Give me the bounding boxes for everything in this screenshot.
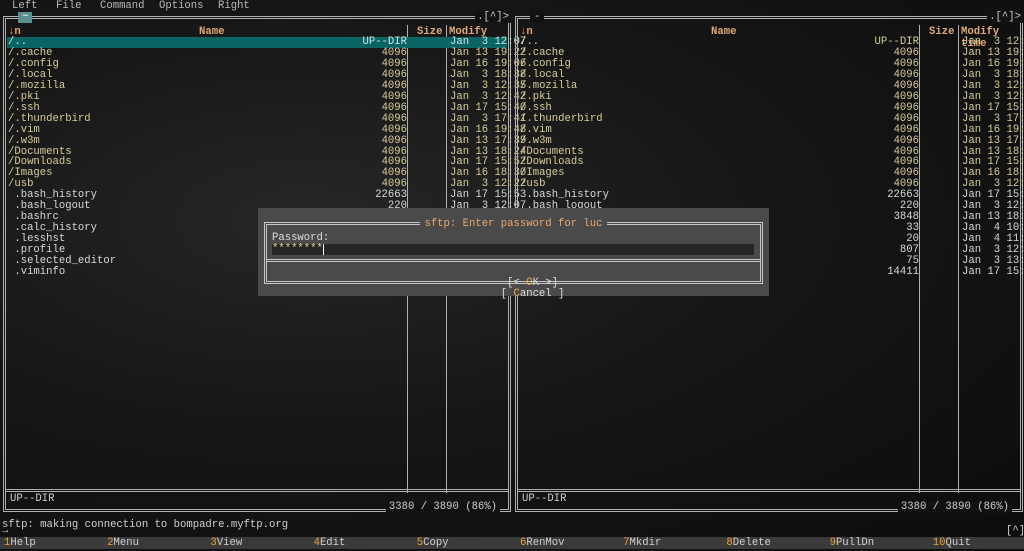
file-name: .viminfo (8, 265, 66, 278)
file-row[interactable]: /.w3m 4096 Jan 13 17:39 (519, 134, 1024, 147)
file-row[interactable]: /Images4096Jan 16 18:30 (7, 168, 526, 179)
file-row[interactable]: /.config4096Jan 16 19:06 (7, 58, 526, 70)
file-row[interactable]: /..UP--DIRJan 3 12:07 (519, 37, 1024, 48)
file-name: /.vim (8, 123, 40, 136)
cancel-button[interactable]: [ Cancel ] (501, 288, 565, 300)
file-row[interactable]: /.vim4096Jan 16 19:48 (7, 123, 526, 136)
file-row[interactable]: /.cache4096Jan 13 19:22 (519, 47, 1024, 59)
file-row[interactable]: /Images4096Jan 16 18:30 (519, 168, 1024, 179)
file-name: /.w3m (8, 134, 40, 147)
file-mtime: Jan 3 17:41 (962, 112, 1024, 125)
file-size: 4096 (381, 134, 407, 147)
file-name: /.thunderbird (520, 112, 603, 125)
file-size: 4096 (893, 134, 919, 147)
fkey-mkdir[interactable]: 7Mkdir (623, 537, 661, 549)
file-row[interactable]: /.local4096Jan 3 18:38 (7, 69, 526, 81)
fkey-quit[interactable]: 10Quit (933, 537, 971, 549)
fkey-edit[interactable]: 4Edit (314, 537, 346, 549)
dialog-title: sftp: Enter password for luc (420, 218, 607, 230)
disk-usage: 3380 / 3890 (86%) (897, 502, 1012, 513)
file-size: 14411 (887, 265, 919, 278)
dialog-separator (267, 259, 760, 262)
password-value: ******** (272, 243, 323, 255)
file-row[interactable]: /.pki4096Jan 3 12:42 (519, 91, 1024, 103)
panel-history-button[interactable]: .[^]> (475, 12, 511, 23)
file-name: /.w3m (520, 134, 552, 147)
file-name: /.thunderbird (8, 112, 91, 125)
panel-path[interactable]: - (530, 12, 545, 23)
file-row[interactable]: /.w3m4096Jan 13 17:39 (7, 134, 526, 147)
fkey-delete[interactable]: 8Delete (726, 537, 771, 549)
password-dialog: sftp: Enter password for luc Password: *… (258, 208, 769, 300)
file-row[interactable]: /.cache4096Jan 13 19:22 (7, 47, 526, 59)
fkey-number: 10 (932, 537, 946, 549)
fkey-label: Edit (319, 537, 346, 549)
fkey-label: Menu (113, 537, 139, 549)
command-prompt[interactable]: → (2, 526, 8, 537)
file-row[interactable]: /.pki4096Jan 3 12:42 (7, 91, 526, 103)
disk-usage: 3380 / 3890 (86%) (385, 502, 500, 513)
menu-right[interactable]: Right (218, 0, 250, 12)
fkey-help[interactable]: 1Help (4, 537, 36, 549)
file-mtime: Jan 16 19:48 (962, 123, 1024, 136)
panel-status: UP--DIR (522, 493, 567, 505)
menu-options[interactable]: Options (159, 0, 204, 12)
fkey-label: RenMov (526, 537, 565, 549)
panel-history-button[interactable]: .[^]> (987, 12, 1023, 23)
file-row[interactable]: /.mozilla4096Jan 3 12:35 (7, 80, 526, 92)
file-size: 4096 (381, 112, 407, 125)
fkey-label: Delete (732, 537, 771, 549)
panel-separator (518, 489, 1020, 492)
file-size: 4096 (381, 123, 407, 136)
file-row[interactable]: /..UP--DIRJan 3 12:07 (7, 37, 526, 48)
file-mtime: Jan 13 17:39 (962, 134, 1024, 147)
text-cursor (322, 244, 324, 255)
fkey-renmov[interactable]: 6RenMov (520, 537, 565, 549)
cancel-label: ancel ] (519, 288, 565, 300)
file-row[interactable]: /.thunderbird 4096 Jan 3 17:41 (519, 112, 1024, 125)
file-row[interactable]: /.local4096Jan 3 18:38 (519, 69, 1024, 81)
file-row[interactable]: /Downloads4096Jan 17 15:52 (7, 157, 526, 168)
file-row[interactable]: /.mozilla4096Jan 3 12:35 (519, 80, 1024, 92)
prompt-history-button[interactable]: [^] (1006, 526, 1024, 537)
fkey-view[interactable]: 3View (210, 537, 242, 549)
file-row[interactable]: /Downloads4096Jan 17 15:52 (519, 157, 1024, 168)
fkey-menu[interactable]: 2Menu (107, 537, 139, 549)
fkey-label: PullDn (835, 537, 875, 549)
panel-path[interactable]: ~ (18, 12, 33, 23)
file-row[interactable]: /.thunderbird4096Jan 3 17:41 (7, 112, 526, 125)
file-row[interactable]: /Documents4096Jan 13 18:24 (519, 146, 1024, 158)
function-key-bar: 1Help 2Menu 3View 4Edit 5Copy 6RenMov 7Mkdir 8D… (0, 537, 1024, 549)
fkey-label: Quit (945, 537, 971, 549)
file-size: 4096 (893, 123, 919, 136)
file-row[interactable]: /.config4096Jan 16 19:06 (519, 58, 1024, 70)
file-name: /.vim (520, 123, 552, 136)
fkey-label: Mkdir (629, 537, 662, 549)
status-message: sftp: making connection to bompadre.myft… (2, 519, 289, 531)
fkey-label: Copy (423, 537, 449, 549)
file-row[interactable]: /.vim 4096 Jan 16 19:48 (519, 123, 1024, 136)
menu-command[interactable]: Command (100, 0, 145, 12)
file-row[interactable]: /Documents4096Jan 13 18:24 (7, 146, 526, 158)
password-input[interactable]: ******** (272, 244, 754, 255)
menu-file[interactable]: File (56, 0, 81, 12)
fkey-pulldn[interactable]: 9PullDn (830, 537, 875, 549)
fkey-label: Help (10, 537, 36, 549)
panel-status: UP--DIR (10, 493, 55, 505)
file-size: 4096 (893, 112, 919, 125)
panel-separator (6, 489, 508, 492)
fkey-label: View (216, 537, 243, 549)
cancel-bracket: [ (500, 288, 514, 300)
dialog-frame: sftp: Enter password for luc Password: *… (264, 218, 763, 300)
file-mtime: Jan 17 15:40 (962, 265, 1024, 278)
fkey-copy[interactable]: 5Copy (417, 537, 449, 549)
